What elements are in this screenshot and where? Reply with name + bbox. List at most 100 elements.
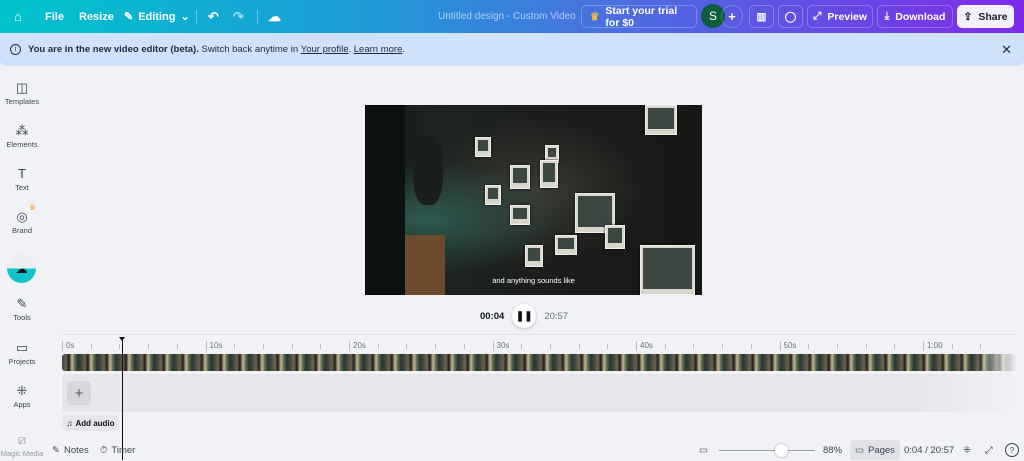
apps-icon: ⁜ bbox=[16, 383, 28, 398]
close-icon[interactable]: ✕ bbox=[1001, 42, 1012, 58]
ruler-label: 10s bbox=[205, 341, 222, 351]
sidebar-item-tools[interactable]: ✎ Tools bbox=[0, 296, 44, 322]
pages-icon: ▭ bbox=[855, 444, 864, 456]
music-note-icon: ♫ bbox=[66, 418, 73, 428]
add-collaborator-button[interactable]: + bbox=[721, 5, 743, 28]
brand-icon: ◎ bbox=[16, 209, 28, 224]
current-time: 00:04 bbox=[480, 310, 505, 322]
ruler-tick bbox=[406, 344, 408, 349]
sidebar-item-magic-media[interactable]: ⧄ Magic Media bbox=[0, 432, 44, 458]
your-profile-link[interactable]: Your profile bbox=[301, 44, 349, 55]
zoom-slider-handle[interactable] bbox=[775, 444, 789, 457]
redo-icon[interactable]: ↷ bbox=[233, 0, 244, 33]
sidebar-item-projects[interactable]: ▭ Projects bbox=[0, 340, 44, 366]
sidebar-item-brand[interactable]: ◎ Brand ♛ bbox=[0, 203, 44, 235]
ruler-tick bbox=[836, 344, 838, 349]
text-icon: T bbox=[18, 166, 26, 181]
file-menu[interactable]: File bbox=[45, 0, 64, 33]
ruler-tick bbox=[980, 344, 982, 349]
pages-button[interactable]: ▭ Pages bbox=[850, 440, 900, 460]
projects-icon: ▭ bbox=[15, 340, 29, 355]
comment-icon[interactable]: ◯ bbox=[778, 5, 803, 28]
ruler-tick bbox=[320, 344, 322, 349]
magic-media-icon: ⧄ bbox=[17, 432, 27, 447]
ruler-tick bbox=[750, 344, 752, 349]
zoom-level[interactable]: 88% bbox=[823, 441, 842, 459]
pause-icon: ❚❚ bbox=[515, 310, 533, 322]
ruler-label: 30s bbox=[492, 341, 509, 351]
expand-icon: ⤢ bbox=[812, 10, 822, 22]
thumbnail-view-icon[interactable]: ▭ bbox=[699, 441, 708, 459]
download-icon: ⤓ bbox=[884, 10, 890, 22]
info-icon: i bbox=[10, 44, 21, 55]
add-clip-button[interactable]: + bbox=[67, 381, 91, 405]
ruler-tick bbox=[234, 344, 236, 349]
editing-dropdown[interactable]: ✎ Editing ⌄ bbox=[124, 0, 190, 33]
ruler-label: 0s bbox=[62, 341, 74, 351]
undo-icon[interactable]: ↶ bbox=[208, 0, 219, 33]
ruler-tick bbox=[578, 344, 580, 349]
uploads-button[interactable]: ☁ bbox=[7, 254, 36, 283]
banner-text: Switch back anytime in bbox=[198, 44, 301, 55]
ruler-tick bbox=[148, 344, 150, 349]
share-button[interactable]: ⇪ Share bbox=[957, 5, 1014, 28]
total-time: 20:57 bbox=[544, 310, 569, 322]
add-audio-button[interactable]: ♫ Add audio bbox=[62, 415, 119, 431]
zoom-slider[interactable] bbox=[719, 444, 815, 457]
document-title[interactable]: Untitled design - Custom Video bbox=[438, 0, 576, 33]
grid-view-icon[interactable]: ⁜ bbox=[963, 441, 971, 459]
elements-icon: ⁂ bbox=[15, 123, 29, 138]
ruler-tick bbox=[951, 344, 953, 349]
time-readout: 0:04 / 20:57 bbox=[904, 444, 955, 456]
ruler-label: 50s bbox=[779, 341, 796, 351]
share-icon: ⇪ bbox=[963, 10, 973, 23]
player-controls: 00:04 ❚❚ 20:57 bbox=[480, 303, 590, 329]
help-icon[interactable]: ? bbox=[1005, 443, 1019, 457]
ruler-tick bbox=[119, 344, 121, 349]
ruler-label: 1:00 bbox=[923, 341, 943, 351]
sidebar: ◫ Templates ⁂ Elements T Text ◎ Brand ♛ ☁ ✎ To… bbox=[0, 66, 44, 461]
ruler-tick bbox=[664, 344, 666, 349]
resize-button[interactable]: Resize bbox=[79, 0, 114, 33]
ruler-tick bbox=[377, 344, 379, 349]
ruler-tick bbox=[262, 344, 264, 349]
notes-icon: ✎ bbox=[52, 444, 60, 456]
preview-button[interactable]: ⤢ Preview bbox=[807, 5, 873, 28]
timer-icon: ⏱ bbox=[100, 444, 108, 456]
download-button[interactable]: ⤓ Download bbox=[877, 5, 953, 28]
start-trial-button[interactable]: ♛ Start your trial for $0 bbox=[581, 5, 697, 29]
home-icon[interactable]: ⌂ bbox=[14, 0, 22, 33]
upload-icon: ☁ bbox=[15, 261, 28, 276]
learn-more-link[interactable]: Learn more bbox=[354, 44, 403, 55]
top-bar: ⌂ File Resize ✎ Editing ⌄ ↶ ↷ ☁ Untitled d… bbox=[0, 0, 1024, 33]
video-canvas[interactable]: and anything sounds like bbox=[365, 105, 702, 295]
templates-icon: ◫ bbox=[15, 80, 29, 95]
ruler-label: 40s bbox=[636, 341, 653, 351]
timer-button[interactable]: ⏱ Timer bbox=[100, 441, 135, 459]
insights-icon[interactable]: ▥ bbox=[749, 5, 774, 28]
fullscreen-icon[interactable]: ⤢ bbox=[985, 441, 993, 459]
tools-icon: ✎ bbox=[16, 296, 28, 311]
pencil-icon: ✎ bbox=[124, 11, 134, 23]
plus-icon: + bbox=[74, 384, 84, 402]
ruler-tick bbox=[176, 344, 178, 349]
video-clip-track[interactable] bbox=[62, 354, 1017, 371]
sidebar-item-elements[interactable]: ⁂ Elements bbox=[0, 123, 44, 149]
timeline-ruler[interactable]: 0s 10s 20s 30s 40s 50s 1:00 bbox=[62, 340, 1017, 352]
sidebar-item-text[interactable]: T Text bbox=[0, 166, 44, 192]
add-track-area[interactable]: + bbox=[62, 374, 1017, 412]
ruler-tick bbox=[90, 344, 92, 349]
ruler-tick bbox=[435, 344, 437, 349]
ruler-label: 20s bbox=[349, 341, 366, 351]
sidebar-item-apps[interactable]: ⁜ Apps bbox=[0, 383, 44, 409]
pause-button[interactable]: ❚❚ bbox=[512, 304, 537, 328]
notes-button[interactable]: ✎ Notes bbox=[52, 441, 89, 459]
ruler-tick bbox=[607, 344, 609, 349]
ruler-tick bbox=[808, 344, 810, 349]
cloud-saved-icon[interactable]: ☁ bbox=[268, 0, 281, 33]
banner-title: You are in the new video editor (beta). bbox=[28, 44, 199, 55]
sidebar-item-templates[interactable]: ◫ Templates bbox=[0, 80, 44, 106]
ruler-tick bbox=[291, 344, 293, 349]
ruler-tick bbox=[894, 344, 896, 349]
video-caption: and anything sounds like bbox=[492, 276, 575, 285]
